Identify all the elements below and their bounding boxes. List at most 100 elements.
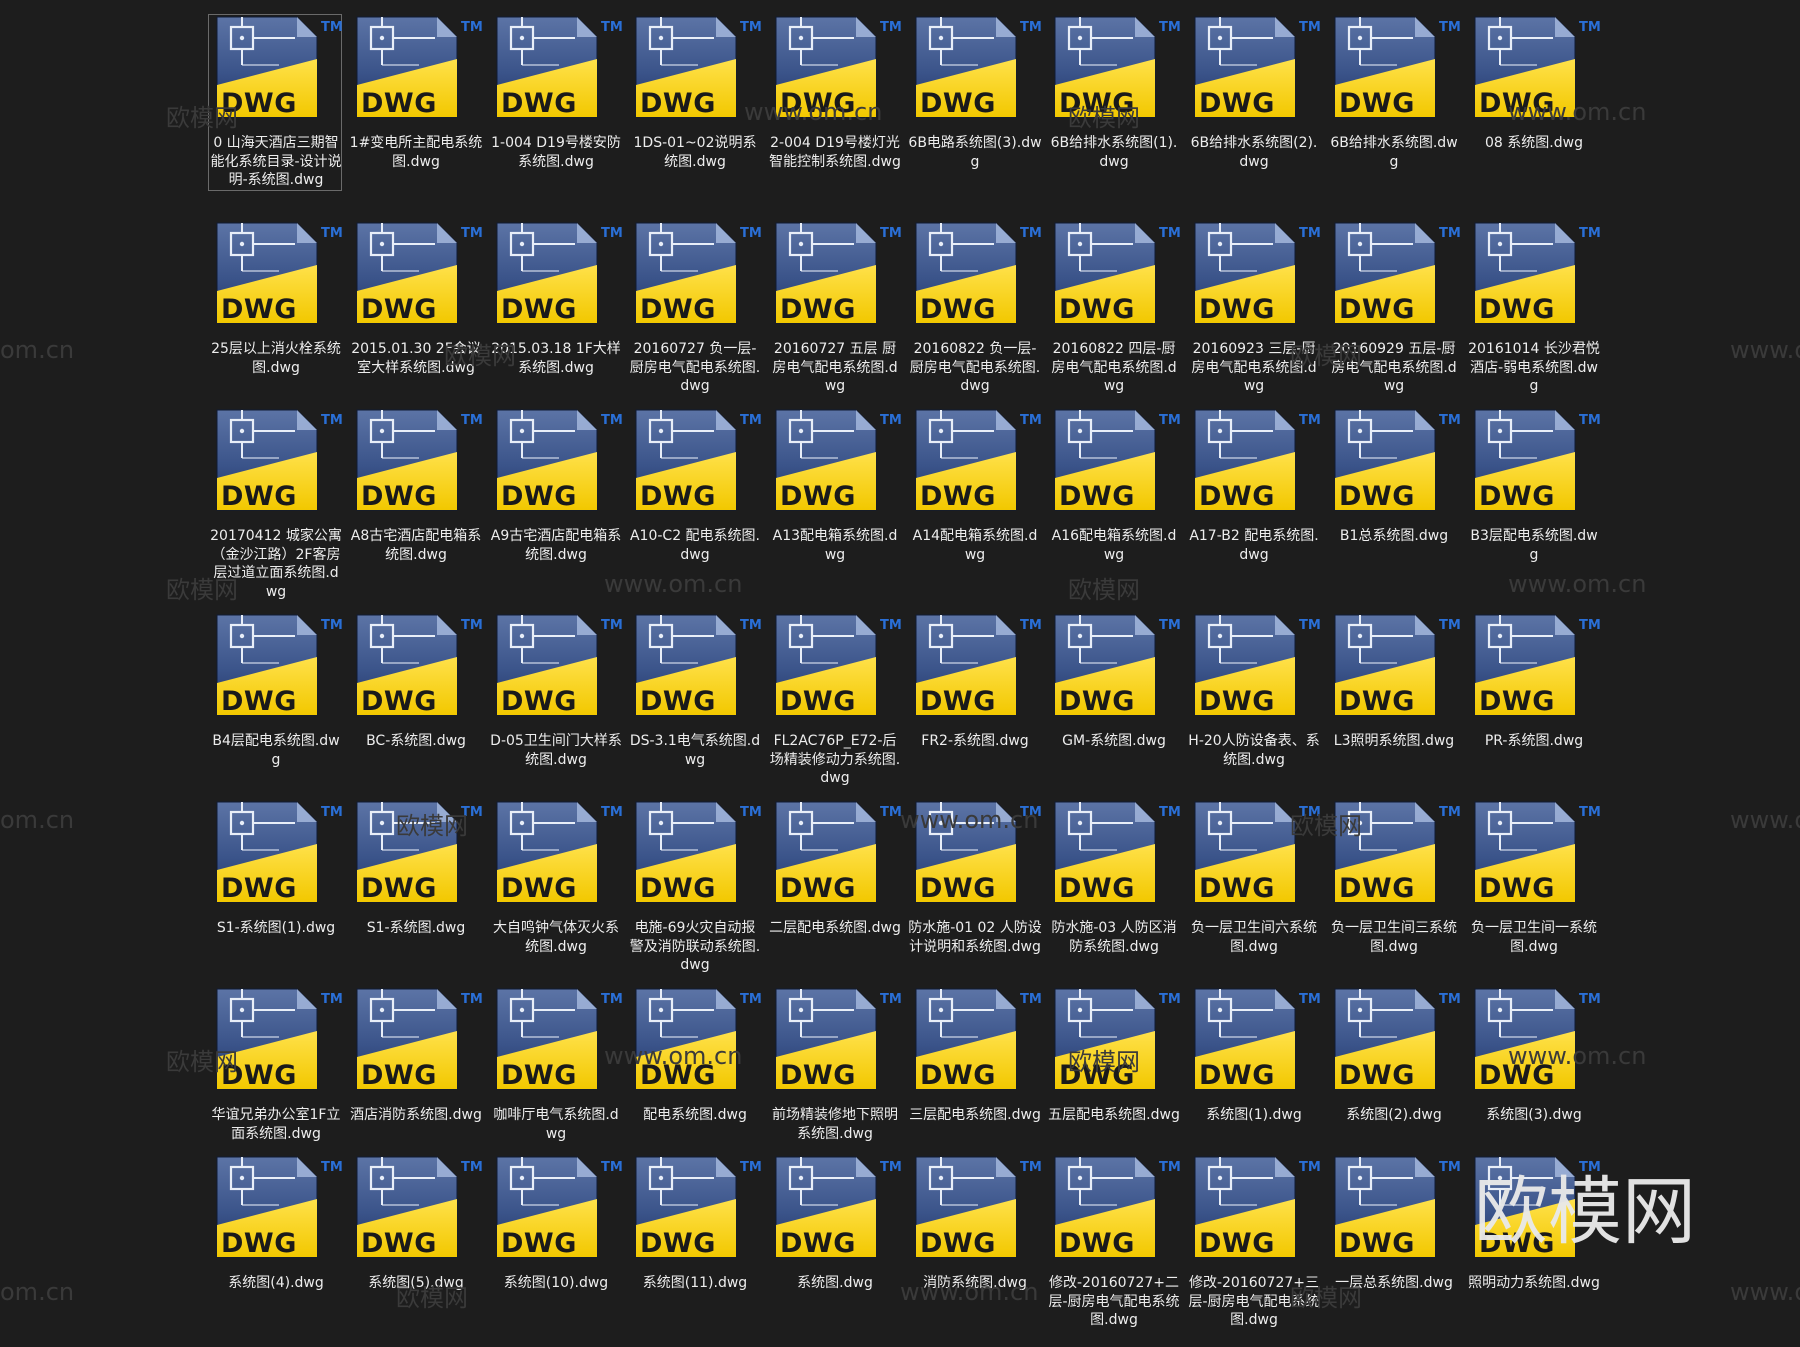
file-item[interactable]: TM DWG BC-系统图.dwg [348,612,483,752]
file-item[interactable]: TM DWG 五层配电系统图.dwg [1046,986,1181,1126]
file-item[interactable]: TM DWG 咖啡厅电气系统图.dwg [488,986,623,1144]
file-item[interactable]: TM DWG 照明动力系统图.dwg [1466,1154,1601,1294]
file-item[interactable]: TM DWG 修改-20160727+二层-厨房电气配电系统图.dwg [1046,1154,1181,1331]
file-item[interactable]: TM DWG A10-C2 配电系统图.dwg [627,407,762,565]
file-item[interactable]: TM DWG 1DS-01~02说明系统图.dwg [627,14,762,172]
file-item[interactable]: TM DWG A8古宅酒店配电箱系统图.dwg [348,407,483,565]
file-item[interactable]: TM DWG 酒店消防系统图.dwg [348,986,483,1126]
file-item[interactable]: TM DWG A17-B2 配电系统图.dwg [1186,407,1321,565]
svg-text:DWG: DWG [780,294,856,325]
dwg-file-icon: TM DWG [1187,408,1321,528]
file-item[interactable]: TM DWG 华谊兄弟办公室1F立面系统图.dwg [208,986,343,1144]
file-item[interactable]: TM DWG FL2AC76P_E72-后场精装修动力系统图.dwg [767,612,902,789]
file-item[interactable]: TM DWG 20160727 负一层-厨房电气配电系统图.dwg [627,220,762,397]
file-item[interactable]: TM DWG L3照明系统图.dwg [1326,612,1461,752]
file-item[interactable]: TM DWG S1-系统图(1).dwg [208,799,343,939]
file-item[interactable]: TM DWG 防水施-03 人防区消防系统图.dwg [1046,799,1181,957]
tm-mark: TM [1159,20,1181,35]
file-item[interactable]: TM DWG 二层配电系统图.dwg [767,799,902,939]
file-item[interactable]: TM DWG 防水施-01 02 人防设计说明和系统图.dwg [907,799,1042,957]
dwg-file-icon: TM DWG [628,613,762,733]
file-item[interactable]: TM DWG 2015.01.30 2F会议室大样系统图.dwg [348,220,483,378]
file-item[interactable]: TM DWG 三层配电系统图.dwg [907,986,1042,1126]
file-item[interactable]: TM DWG 系统图(2).dwg [1326,986,1461,1126]
file-item[interactable]: TM DWG A14配电箱系统图.dwg [907,407,1042,565]
file-item[interactable]: TM DWG 20160923 三层-厨房电气配电系统图.dwg [1186,220,1321,397]
file-item[interactable]: TM DWG 系统图.dwg [767,1154,902,1294]
file-item[interactable]: TM DWG 前场精装修地下照明系统图.dwg [767,986,902,1144]
file-item[interactable]: TM DWG 大自鸣钟气体灭火系统图.dwg [488,799,623,957]
file-item[interactable]: TM DWG 系统图(5).dwg [348,1154,483,1294]
svg-text:DWG: DWG [1479,294,1555,325]
file-item[interactable]: TM DWG 系统图(3).dwg [1466,986,1601,1126]
file-item[interactable]: TM DWG A9古宅酒店配电箱系统图.dwg [488,407,623,565]
file-item[interactable]: TM DWG B3层配电系统图.dwg [1466,407,1601,565]
svg-text:DWG: DWG [780,873,856,904]
file-item[interactable]: TM DWG 25层以上消火栓系统图.dwg [208,220,343,378]
dwg-file-icon: TM DWG [908,987,1042,1107]
file-item[interactable]: TM DWG 一层总系统图.dwg [1326,1154,1461,1294]
file-item[interactable]: TM DWG 20160727 五层 厨房电气配电系统图.dwg [767,220,902,397]
file-item[interactable]: TM DWG 08 系统图.dwg [1466,14,1601,154]
svg-text:DWG: DWG [1199,686,1275,717]
file-item[interactable]: TM DWG GM-系统图.dwg [1046,612,1181,752]
file-item[interactable]: TM DWG 修改-20160727+三层-厨房电气配电系统图.dwg [1186,1154,1321,1331]
file-item[interactable]: TM DWG DS-3.1电气系统图.dwg [627,612,762,770]
file-item[interactable]: TM DWG 1-004 D19号楼安防系统图.dwg [488,14,623,172]
tm-mark: TM [321,20,343,35]
tm-mark: TM [461,992,483,1007]
file-item[interactable]: TM DWG 系统图(4).dwg [208,1154,343,1294]
file-item[interactable]: TM DWG B1总系统图.dwg [1326,407,1461,547]
tm-mark: TM [1299,618,1321,633]
tm-mark: TM [1439,226,1461,241]
file-item[interactable]: TM DWG 6B给排水系统图(2).dwg [1186,14,1321,172]
file-item[interactable]: TM DWG 2-004 D19号楼灯光智能控制系统图.dwg [767,14,902,172]
dwg-file-icon: TM DWG [1047,15,1181,135]
file-item[interactable]: TM DWG 1#变电所主配电系统图.dwg [348,14,483,172]
file-item[interactable]: TM DWG 负一层卫生间六系统图.dwg [1186,799,1321,957]
svg-text:DWG: DWG [1199,1060,1275,1091]
svg-text:DWG: DWG [221,481,297,512]
tm-mark: TM [880,992,902,1007]
file-item[interactable]: TM DWG A16配电箱系统图.dwg [1046,407,1181,565]
dwg-file-icon: TM DWG [349,613,483,733]
file-item[interactable]: TM DWG B4层配电系统图.dwg [208,612,343,770]
file-item[interactable]: TM DWG 20160929 五层-厨房电气配电系统图.dwg [1326,220,1461,397]
tm-mark: TM [1439,805,1461,820]
tm-mark: TM [1020,992,1042,1007]
dwg-file-icon: TM DWG [1467,408,1601,528]
svg-text:DWG: DWG [221,88,297,119]
file-item[interactable]: TM DWG 系统图(11).dwg [627,1154,762,1294]
watermark-text: www.om.cn [1730,806,1800,834]
file-item[interactable]: TM DWG 20170412 城家公寓（金沙江路）2F客房层过道立面系统图.d… [208,407,343,602]
file-item[interactable]: TM DWG 消防系统图.dwg [907,1154,1042,1294]
file-item[interactable]: TM DWG 电施-69火灾自动报警及消防联动系统图.dwg [627,799,762,976]
file-item[interactable]: TM DWG 系统图(1).dwg [1186,986,1321,1126]
tm-mark: TM [601,226,623,241]
file-item[interactable]: TM DWG 20160822 四层-厨房电气配电系统图.dwg [1046,220,1181,397]
tm-mark: TM [1439,992,1461,1007]
file-name-label: 配电系统图.dwg [643,1107,747,1123]
file-item[interactable]: TM DWG 20160822 负一层-厨房电气配电系统图.dwg [907,220,1042,397]
file-name-label: 防水施-03 人防区消防系统图.dwg [1051,920,1177,955]
file-item[interactable]: TM DWG 0 山海天酒店三期智能化系统目录-设计说明-系统图.dwg [208,14,343,191]
file-item[interactable]: TM DWG 6B给排水系统图(1).dwg [1046,14,1181,172]
file-item[interactable]: TM DWG S1-系统图.dwg [348,799,483,939]
file-item[interactable]: TM DWG 6B给排水系统图.dwg [1326,14,1461,172]
file-item[interactable]: TM DWG A13配电箱系统图.dwg [767,407,902,565]
file-item[interactable]: TM DWG 20161014 长沙君悦酒店-弱电系统图.dwg [1466,220,1601,397]
file-item[interactable]: TM DWG 6B电路系统图(3).dwg [907,14,1042,172]
svg-text:DWG: DWG [1339,1060,1415,1091]
file-item[interactable]: TM DWG 配电系统图.dwg [627,986,762,1126]
file-item[interactable]: TM DWG D-05卫生间门大样系统图.dwg [488,612,623,770]
svg-text:DWG: DWG [501,1228,577,1259]
file-item[interactable]: TM DWG PR-系统图.dwg [1466,612,1601,752]
file-item[interactable]: TM DWG H-20人防设备表、系统图.dwg [1186,612,1321,770]
file-item[interactable]: TM DWG 负一层卫生间三系统图.dwg [1326,799,1461,957]
file-item[interactable]: TM DWG 负一层卫生间一系统图.dwg [1466,799,1601,957]
file-item[interactable]: TM DWG FR2-系统图.dwg [907,612,1042,752]
svg-text:DWG: DWG [1479,88,1555,119]
tm-mark: TM [321,992,343,1007]
file-item[interactable]: TM DWG 2015.03.18 1F大样系统图.dwg [488,220,623,378]
file-item[interactable]: TM DWG 系统图(10).dwg [488,1154,623,1294]
